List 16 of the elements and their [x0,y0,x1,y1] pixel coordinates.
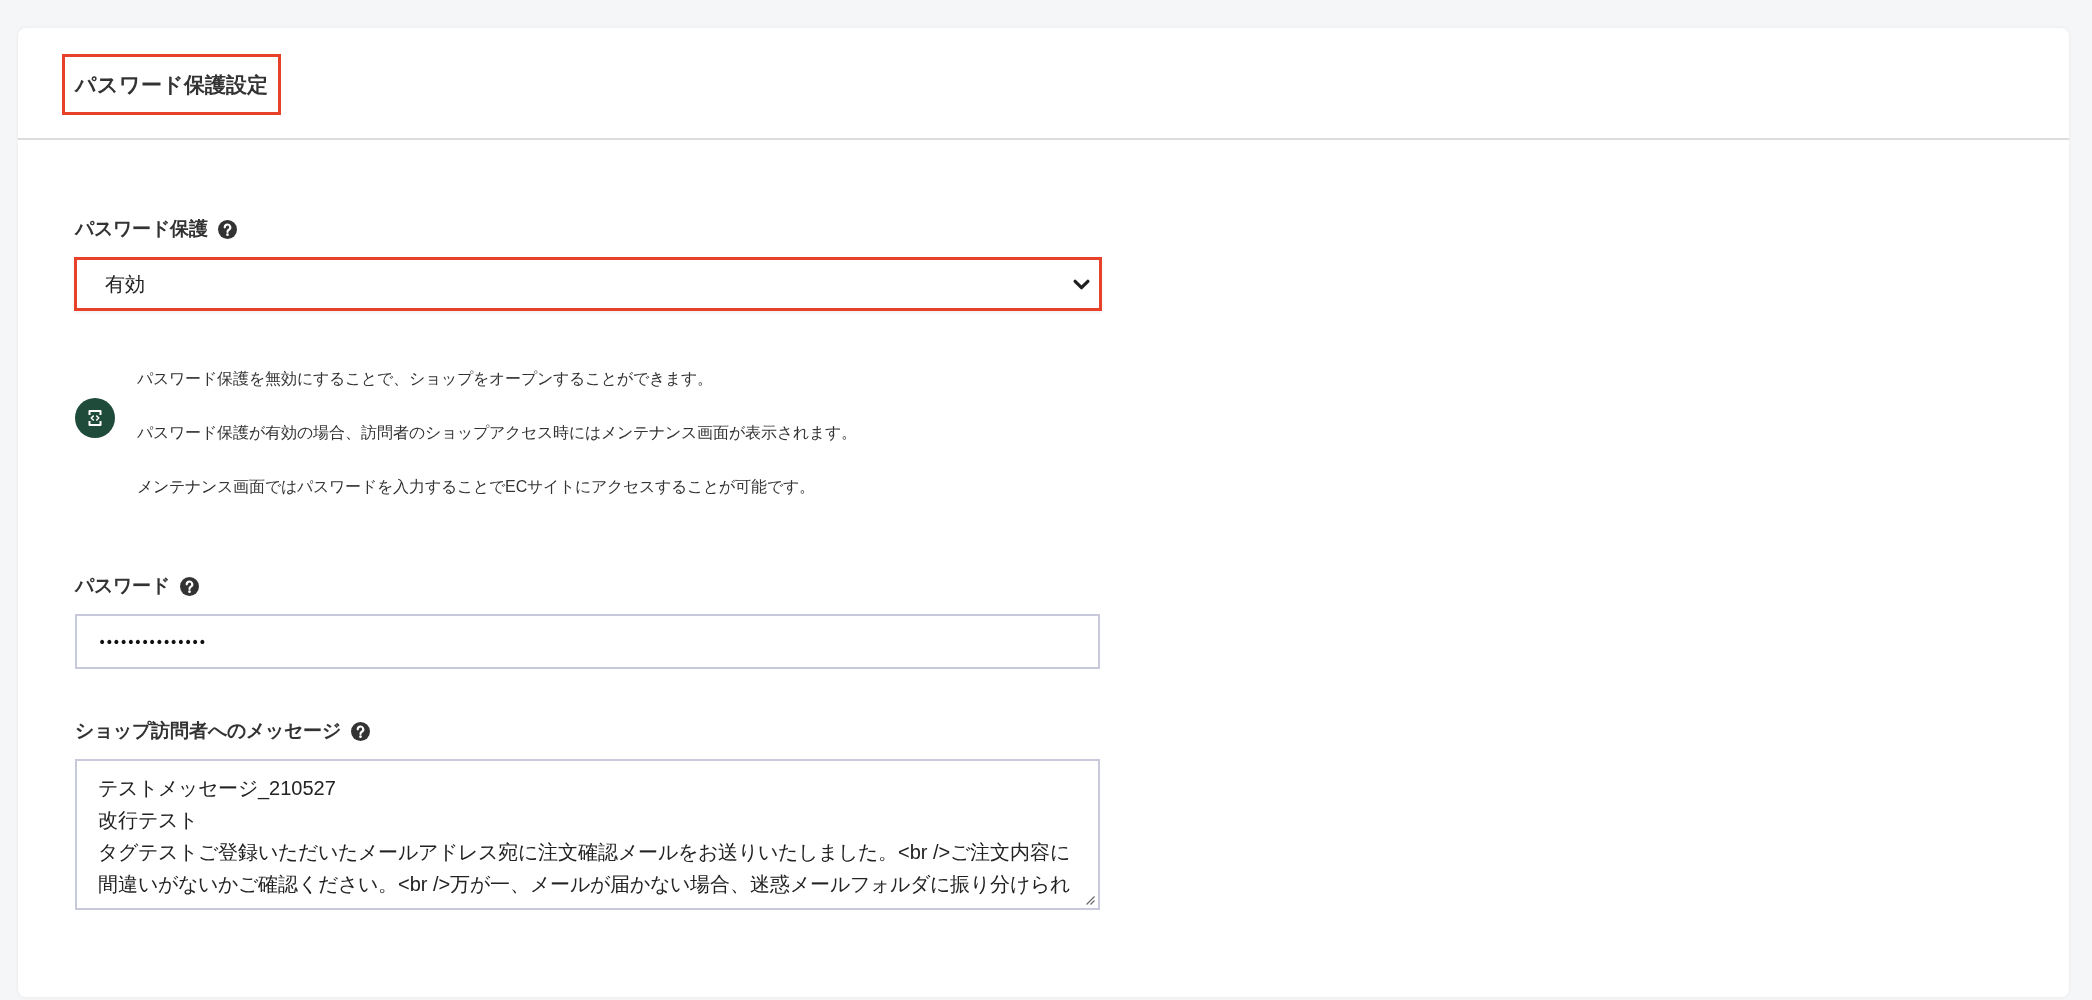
help-icon[interactable] [180,576,199,596]
field-label: ショップ訪問者へのメッセージ [75,719,341,743]
field-label: パスワード保護 [75,217,208,241]
note-text: パスワード保護を無効にすることで、ショップをオープンすることができます。 [137,369,714,389]
help-icon[interactable] [351,721,370,741]
message-textarea[interactable]: テストメッセージ_210527 改行テスト タグテストご登録いただいたメールアドレス宛に注文確認メールをお送りいたしました。<br />ご注文内容に 間違いがないかご確認ください。<br />万が一、メールが届かない場合、迷惑メールフォルダに振り分けられ [75,759,1100,910]
dropdown-select[interactable]: 有効 [74,257,1102,311]
note-text: メンテナンス画面ではパスワードを入力することでECサイトにアクセスすることが可能です。 [137,477,817,497]
panel-title: パスワード保護設定 [62,54,281,115]
chevron-down-icon [1073,278,1090,290]
resize-grip-icon[interactable] [1085,895,1095,905]
help-icon[interactable] [218,219,237,239]
field-label: パスワード [75,574,170,598]
password-field[interactable]: ••••••••••••••• [75,614,1100,669]
note-text: パスワード保護が有効の場合、訪問者のショップアクセス時にはメンテナンス画面が表示されます。 [137,423,857,443]
bracket-icon [75,398,115,438]
